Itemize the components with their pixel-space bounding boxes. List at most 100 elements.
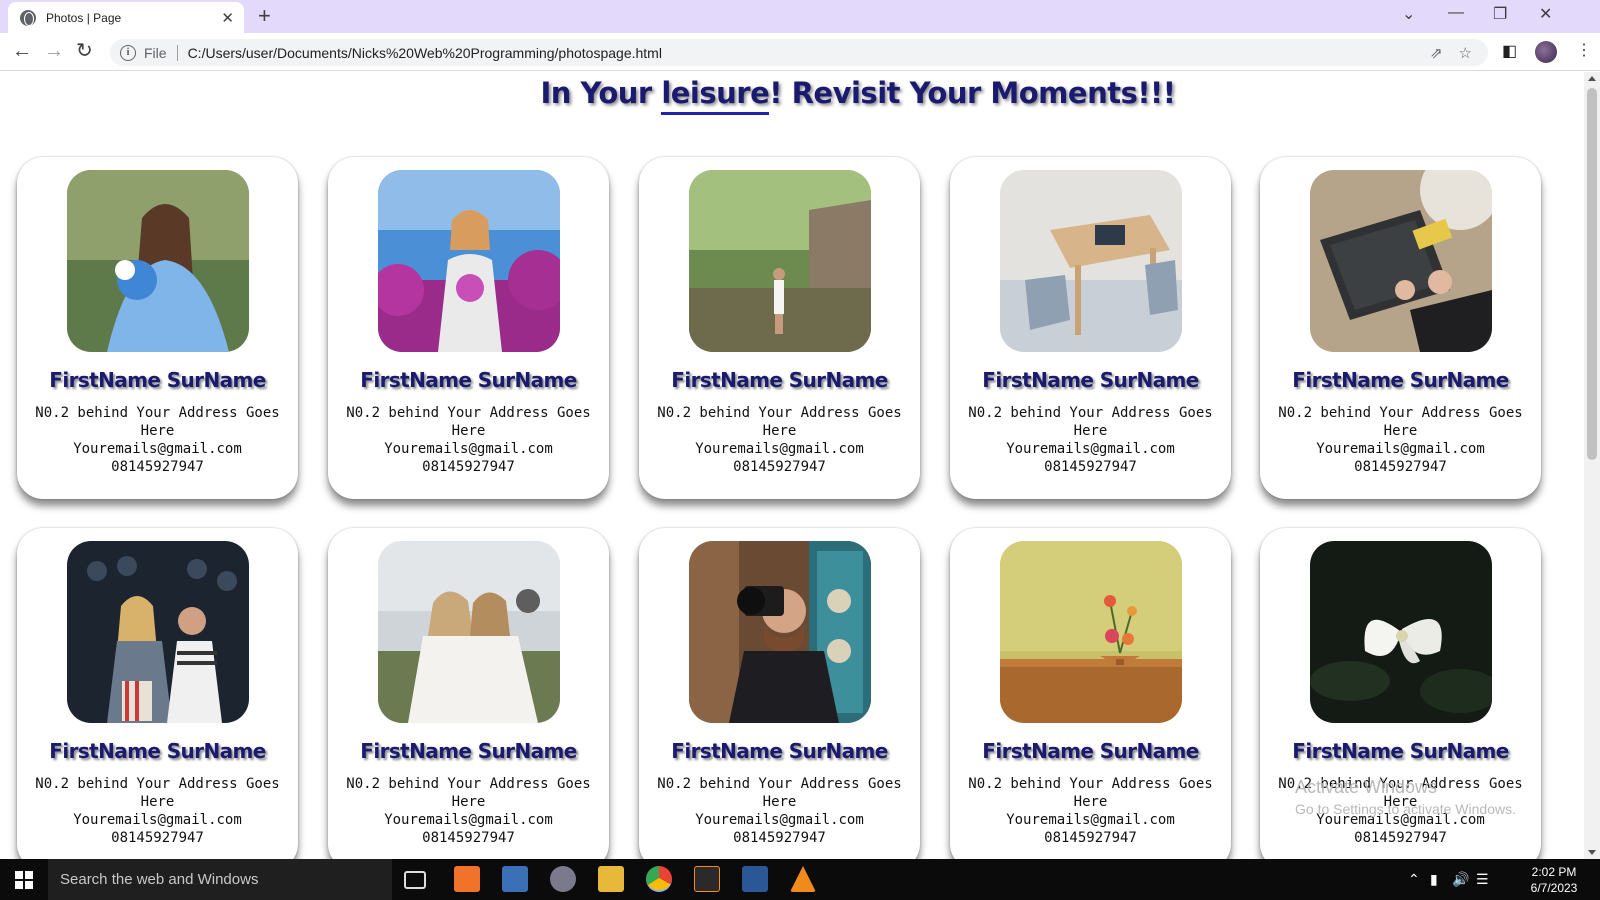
scroll-down-arrow-icon[interactable] <box>1588 850 1596 855</box>
card-details: N0.2 behind Your Address Goes Here Yourem… <box>639 775 920 847</box>
card-details: N0.2 behind Your Address Goes Here Yourem… <box>950 775 1231 847</box>
clock-time: 2:02 PM <box>1531 865 1577 879</box>
task-view-icon[interactable] <box>404 871 426 889</box>
card-phone: 08145927947 <box>1044 830 1137 846</box>
chrome-icon[interactable] <box>646 866 672 892</box>
remote-desktop-icon[interactable] <box>502 866 528 892</box>
close-window-button[interactable]: ✕ <box>1539 4 1552 24</box>
tab-close-icon[interactable]: ✕ <box>221 9 234 27</box>
menu-kebab-icon[interactable]: ⋮ <box>1576 40 1592 60</box>
card-name: FirstName SurName <box>982 739 1199 763</box>
paint-app-icon[interactable] <box>550 866 576 892</box>
card-name: FirstName SurName <box>1292 368 1509 392</box>
address-url[interactable]: C:/Users/user/Documents/Nicks%20Web%20Pr… <box>188 45 1430 61</box>
profile-card: FirstName SurName N0.2 behind Your Addre… <box>639 528 920 859</box>
card-email: Youremails@gmail.com <box>695 812 864 828</box>
card-details: N0.2 behind Your Address Goes Here Yourem… <box>17 404 298 476</box>
battery-icon[interactable]: ▮ <box>1430 871 1438 888</box>
info-icon[interactable]: i <box>120 44 136 61</box>
taskbar-clock[interactable]: 2:02 PM 6/7/2023 <box>1524 864 1584 896</box>
maximize-button[interactable]: ❐ <box>1493 4 1507 24</box>
card-name: FirstName SurName <box>671 368 888 392</box>
heading-text-start: In Your <box>540 76 662 110</box>
profile-avatar[interactable] <box>1535 41 1557 63</box>
card-email: Youremails@gmail.com <box>1006 441 1175 457</box>
card-email: Youremails@gmail.com <box>1316 441 1485 457</box>
card-name: FirstName SurName <box>49 739 266 763</box>
page-heading: In Your leisure! Revisit Your Moments!!! <box>0 72 1584 115</box>
new-tab-button[interactable]: + <box>258 4 271 28</box>
card-name: FirstName SurName <box>1292 739 1509 763</box>
tab-search-icon[interactable]: ⌄ <box>1402 4 1415 24</box>
watermark-title: Activate Windows <box>1295 777 1438 797</box>
back-arrow-icon[interactable]: ← <box>12 40 32 62</box>
card-details: N0.2 behind Your Address Goes Here Yourem… <box>328 404 609 476</box>
bookmark-star-icon[interactable]: ☆ <box>1459 44 1472 62</box>
vlc-icon[interactable] <box>790 866 816 892</box>
address-bar[interactable]: i File C:/Users/user/Documents/Nicks%20W… <box>110 39 1488 66</box>
forward-arrow-icon[interactable]: → <box>44 40 64 62</box>
notifications-icon[interactable]: ☰ <box>1476 871 1489 888</box>
card-phone: 08145927947 <box>111 459 204 475</box>
minimize-button[interactable]: — <box>1448 4 1464 22</box>
volume-icon[interactable]: 🔊 <box>1452 871 1469 888</box>
tab-strip: Photos | Page ✕ + ⌄ — ❐ ✕ <box>0 0 1600 33</box>
card-details: N0.2 behind Your Address Goes Here Yourem… <box>1260 404 1541 476</box>
card-email: Youremails@gmail.com <box>384 441 553 457</box>
card-name: FirstName SurName <box>671 739 888 763</box>
card-phone: 08145927947 <box>1354 830 1447 846</box>
card-address: N0.2 behind Your Address Goes Here <box>1278 405 1523 439</box>
card-email: Youremails@gmail.com <box>384 812 553 828</box>
xampp-icon[interactable] <box>454 866 480 892</box>
card-details: N0.2 behind Your Address Goes Here Yourem… <box>639 404 920 476</box>
card-photo-woman-in-river <box>689 170 871 352</box>
taskbar-search-box[interactable]: Search the web and Windows <box>48 859 392 900</box>
browser-tab[interactable]: Photos | Page ✕ <box>8 2 244 33</box>
card-address: N0.2 behind Your Address Goes Here <box>346 405 591 439</box>
sublime-text-icon[interactable] <box>694 866 720 892</box>
card-address: N0.2 behind Your Address Goes Here <box>657 776 902 810</box>
card-phone: 08145927947 <box>111 830 204 846</box>
card-phone: 08145927947 <box>1354 459 1447 475</box>
heading-text-end: ! Revisit Your Moments!!! <box>769 76 1176 110</box>
card-photo-cinema-audience <box>67 541 249 723</box>
card-phone: 08145927947 <box>733 459 826 475</box>
card-phone: 08145927947 <box>422 459 515 475</box>
card-photo-photographer-camera <box>689 541 871 723</box>
share-icon[interactable]: ⇗ <box>1430 44 1443 62</box>
card-email: Youremails@gmail.com <box>1006 812 1175 828</box>
card-email: Youremails@gmail.com <box>73 812 242 828</box>
reload-icon[interactable]: ↻ <box>76 40 93 62</box>
windows-logo-icon <box>15 870 33 889</box>
profile-card: FirstName SurName N0.2 behind Your Addre… <box>950 528 1231 859</box>
clock-date: 6/7/2023 <box>1530 881 1578 895</box>
start-button[interactable] <box>0 859 48 900</box>
globe-icon <box>20 9 36 26</box>
card-photo-two-women-lying <box>378 541 560 723</box>
page-scrollbar[interactable] <box>1584 72 1600 859</box>
card-address: N0.2 behind Your Address Goes Here <box>35 405 280 439</box>
side-panel-icon[interactable]: ◧ <box>1502 41 1517 61</box>
scroll-up-arrow-icon[interactable] <box>1588 76 1596 81</box>
profile-card: FirstName SurName N0.2 behind Your Addre… <box>17 528 298 859</box>
card-photo-table-with-tablet <box>1000 170 1182 352</box>
scrollbar-thumb[interactable] <box>1587 88 1597 460</box>
card-address: N0.2 behind Your Address Goes Here <box>35 776 280 810</box>
activate-windows-watermark: Activate Windows Go to Settings to activ… <box>1295 776 1516 820</box>
card-name: FirstName SurName <box>360 368 577 392</box>
card-email: Youremails@gmail.com <box>73 441 242 457</box>
card-photo-woman-lilac-flowers <box>378 170 560 352</box>
address-scheme: File <box>144 44 167 61</box>
card-address: N0.2 behind Your Address Goes Here <box>346 776 591 810</box>
profile-card: FirstName SurName N0.2 behind Your Addre… <box>639 157 920 499</box>
profile-card: FirstName SurName N0.2 behind Your Addre… <box>17 157 298 499</box>
card-name: FirstName SurName <box>360 739 577 763</box>
watermark-subtitle: Go to Settings to activate Windows. <box>1295 801 1516 817</box>
tray-chevron-icon[interactable]: ⌃ <box>1408 871 1420 888</box>
profile-card: FirstName SurName N0.2 behind Your Addre… <box>950 157 1231 499</box>
browser-toolbar: ← → ↻ i File C:/Users/user/Documents/Nic… <box>0 33 1600 71</box>
word-icon[interactable] <box>742 866 768 892</box>
file-explorer-icon[interactable] <box>598 866 624 892</box>
profile-card: FirstName SurName N0.2 behind Your Addre… <box>328 157 609 499</box>
card-address: N0.2 behind Your Address Goes Here <box>968 405 1213 439</box>
